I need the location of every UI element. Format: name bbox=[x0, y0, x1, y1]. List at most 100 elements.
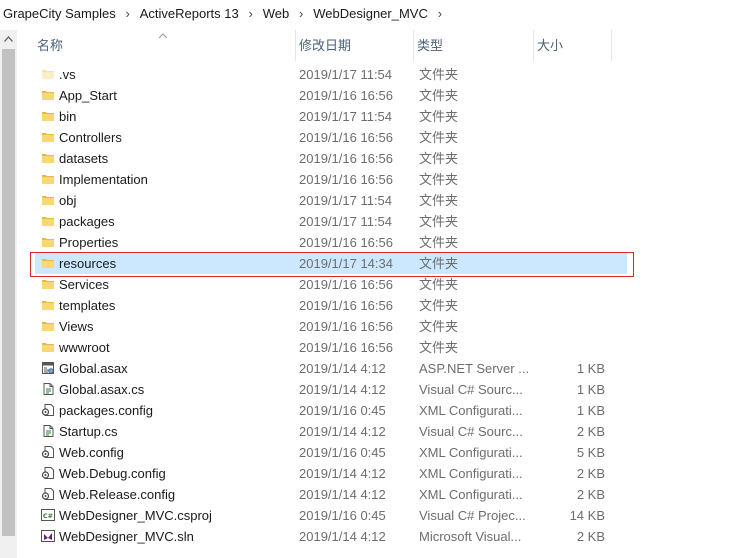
file-modified-date: 2019/1/17 11:54 bbox=[299, 109, 393, 124]
file-modified-date: 2019/1/14 4:12 bbox=[299, 382, 386, 397]
file-name: Implementation bbox=[59, 172, 148, 187]
file-type: 文件夹 bbox=[419, 130, 459, 145]
folder-icon bbox=[41, 256, 55, 270]
file-name: Controllers bbox=[59, 130, 122, 145]
file-modified-date: 2019/1/16 16:56 bbox=[299, 319, 393, 334]
file-size: 5 KB bbox=[576, 445, 605, 460]
breadcrumb-item-webdesigner-mvc[interactable]: WebDesigner_MVC bbox=[313, 6, 428, 21]
file-name: packages.config bbox=[59, 403, 153, 418]
file-row[interactable]: Services 2019/1/16 16:56 文件夹 bbox=[35, 274, 627, 295]
file-modified-date: 2019/1/17 11:54 bbox=[299, 67, 393, 82]
file-row[interactable]: Web.Debug.config 2019/1/14 4:12 XML Config… bbox=[35, 463, 627, 484]
file-type: 文件夹 bbox=[419, 319, 459, 334]
chevron-right-icon[interactable]: › bbox=[116, 6, 140, 21]
breadcrumb-item-grapecity-samples[interactable]: GrapeCity Samples bbox=[3, 6, 116, 21]
file-row[interactable]: templates 2019/1/16 16:56 文件夹 bbox=[35, 295, 627, 316]
file-row[interactable]: Views 2019/1/16 16:56 文件夹 bbox=[35, 316, 627, 337]
file-name: obj bbox=[59, 193, 77, 208]
breadcrumb-item-activereports[interactable]: ActiveReports 13 bbox=[140, 6, 239, 21]
file-row[interactable]: Properties 2019/1/16 16:56 文件夹 bbox=[35, 232, 627, 253]
chevron-right-icon[interactable]: › bbox=[428, 6, 452, 21]
scroll-up-icon[interactable] bbox=[0, 30, 17, 47]
column-divider[interactable] bbox=[611, 30, 612, 61]
file-type: XML Configurati... bbox=[419, 403, 523, 418]
file-modified-date: 2019/1/16 16:56 bbox=[299, 340, 393, 355]
file-name: WebDesigner_MVC.sln bbox=[59, 529, 194, 544]
csproj-file-icon: C# bbox=[41, 508, 55, 522]
file-row[interactable]: obj 2019/1/17 11:54 文件夹 bbox=[35, 190, 627, 211]
file-type: Visual C# Sourc... bbox=[419, 382, 523, 397]
chevron-right-icon[interactable]: › bbox=[239, 6, 263, 21]
folder-icon bbox=[41, 130, 55, 144]
file-name: Global.asax bbox=[59, 361, 128, 376]
file-size: 14 KB bbox=[569, 508, 605, 523]
file-row[interactable]: packages 2019/1/17 11:54 文件夹 bbox=[35, 211, 627, 232]
folder-icon bbox=[41, 214, 55, 228]
file-row[interactable]: C# WebDesigner_MVC.csproj 2019/1/16 0:45 Vi… bbox=[35, 505, 627, 526]
file-type: 文件夹 bbox=[419, 88, 459, 103]
column-header-name[interactable]: 名称 bbox=[33, 30, 295, 61]
file-row[interactable]: Global.asax.cs 2019/1/14 4:12 Visual C# So… bbox=[35, 379, 627, 400]
file-row[interactable]: Web.Release.config 2019/1/14 4:12 XML Conf… bbox=[35, 484, 627, 505]
chevron-right-icon[interactable]: › bbox=[289, 6, 313, 21]
file-row[interactable]: .vs 2019/1/17 11:54 文件夹 bbox=[35, 64, 627, 85]
config-file-icon bbox=[41, 466, 55, 480]
breadcrumb-item-web[interactable]: Web bbox=[263, 6, 290, 21]
folder-icon bbox=[41, 340, 55, 354]
file-name: resources bbox=[59, 256, 117, 271]
file-modified-date: 2019/1/16 16:56 bbox=[299, 277, 393, 292]
file-modified-date: 2019/1/17 11:54 bbox=[299, 214, 393, 229]
file-row[interactable]: datasets 2019/1/16 16:56 文件夹 bbox=[35, 148, 627, 169]
svg-text:C#: C# bbox=[43, 512, 53, 520]
file-row[interactable]: Startup.cs 2019/1/14 4:12 Visual C# Sourc.… bbox=[35, 421, 627, 442]
csharp-file-icon bbox=[41, 424, 55, 438]
asax-file-icon bbox=[41, 361, 55, 375]
file-row[interactable]: Implementation 2019/1/16 16:56 文件夹 bbox=[35, 169, 627, 190]
file-type: 文件夹 bbox=[419, 214, 459, 229]
file-size: 1 KB bbox=[576, 382, 605, 397]
file-row[interactable]: wwwroot 2019/1/16 16:56 文件夹 bbox=[35, 337, 627, 358]
file-modified-date: 2019/1/16 16:56 bbox=[299, 235, 393, 250]
file-name: Web.Release.config bbox=[59, 487, 176, 502]
file-type: XML Configurati... bbox=[419, 466, 523, 481]
file-row[interactable]: Web.config 2019/1/16 0:45 XML Configurati.… bbox=[35, 442, 627, 463]
file-name: Views bbox=[59, 319, 94, 334]
file-row[interactable]: resources 2019/1/17 14:34 文件夹 bbox=[35, 253, 627, 274]
file-modified-date: 2019/1/14 4:12 bbox=[299, 487, 386, 502]
file-type: 文件夹 bbox=[419, 256, 459, 271]
folder-icon bbox=[41, 298, 55, 312]
file-type: XML Configurati... bbox=[419, 445, 523, 460]
folder-icon bbox=[41, 109, 55, 123]
file-size: 2 KB bbox=[576, 487, 605, 502]
file-type: 文件夹 bbox=[419, 193, 459, 208]
file-name: Services bbox=[59, 277, 109, 292]
file-modified-date: 2019/1/16 16:56 bbox=[299, 172, 393, 187]
file-type: 文件夹 bbox=[419, 277, 459, 292]
file-type: 文件夹 bbox=[419, 67, 459, 82]
folder-icon bbox=[41, 277, 55, 291]
file-modified-date: 2019/1/16 16:56 bbox=[299, 130, 393, 145]
vertical-scrollbar[interactable] bbox=[0, 30, 17, 558]
scroll-thumb[interactable] bbox=[2, 49, 15, 536]
file-name: WebDesigner_MVC.csproj bbox=[59, 508, 212, 523]
file-size: 1 KB bbox=[576, 403, 605, 418]
file-type: 文件夹 bbox=[419, 340, 459, 355]
file-modified-date: 2019/1/16 0:45 bbox=[299, 508, 386, 523]
file-modified-date: 2019/1/17 14:34 bbox=[299, 256, 393, 271]
file-row[interactable]: WebDesigner_MVC.sln 2019/1/14 4:12 Microso… bbox=[35, 526, 627, 547]
file-modified-date: 2019/1/14 4:12 bbox=[299, 529, 386, 544]
file-name: Web.Debug.config bbox=[59, 466, 166, 481]
file-modified-date: 2019/1/16 16:56 bbox=[299, 298, 393, 313]
column-header-type[interactable]: 类型 bbox=[413, 30, 533, 61]
column-header-date[interactable]: 修改日期 bbox=[295, 30, 413, 61]
file-row[interactable]: bin 2019/1/17 11:54 文件夹 bbox=[35, 106, 627, 127]
file-name: packages bbox=[59, 214, 115, 229]
file-modified-date: 2019/1/16 16:56 bbox=[299, 151, 393, 166]
file-row[interactable]: Controllers 2019/1/16 16:56 文件夹 bbox=[35, 127, 627, 148]
file-row[interactable]: App_Start 2019/1/16 16:56 文件夹 bbox=[35, 85, 627, 106]
column-header-size[interactable]: 大小 bbox=[533, 30, 611, 61]
file-type: 文件夹 bbox=[419, 298, 459, 313]
file-row[interactable]: packages.config 2019/1/16 0:45 XML Configu… bbox=[35, 400, 627, 421]
file-name: Properties bbox=[59, 235, 119, 250]
file-row[interactable]: Global.asax 2019/1/14 4:12 ASP.NET Server … bbox=[35, 358, 627, 379]
